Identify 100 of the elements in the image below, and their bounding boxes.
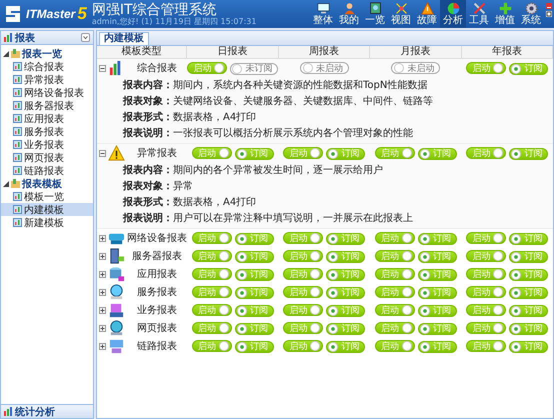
start-toggle[interactable]: 未启动	[391, 62, 440, 74]
expander-icon[interactable]	[99, 270, 106, 278]
collapse-button[interactable]	[81, 33, 90, 42]
nav-button[interactable]: 增值	[492, 0, 518, 28]
start-toggle[interactable]: 启动	[466, 268, 506, 280]
subscribe-toggle[interactable]: 订阅	[326, 148, 366, 160]
subscribe-toggle[interactable]: 订阅	[418, 304, 457, 316]
nav-button[interactable]: 分析	[440, 0, 466, 28]
expander-icon[interactable]	[99, 150, 106, 156]
tree-item[interactable]: 链路报表	[1, 164, 93, 177]
subscribe-toggle[interactable]: 订阅	[418, 340, 457, 352]
start-toggle[interactable]: 启动	[192, 147, 232, 159]
expander-icon[interactable]	[99, 324, 106, 332]
subscribe-toggle[interactable]: 订阅	[326, 268, 366, 280]
start-toggle[interactable]: 启动	[192, 322, 232, 334]
start-toggle[interactable]: 启动	[283, 147, 324, 159]
subscribe-toggle[interactable]: 订阅	[509, 268, 548, 280]
expander-icon[interactable]	[3, 180, 9, 186]
subscribe-toggle[interactable]: 订阅	[234, 340, 274, 352]
subscribe-toggle[interactable]: 订阅	[234, 232, 274, 244]
tree-item[interactable]: 应用报表	[1, 112, 93, 125]
subscribe-toggle[interactable]: 订阅	[234, 304, 274, 316]
subscribe-toggle[interactable]: 订阅	[234, 322, 274, 334]
start-toggle[interactable]: 启动	[466, 286, 506, 298]
subscribe-toggle[interactable]: 未订阅	[230, 62, 278, 74]
subscribe-toggle[interactable]: 订阅	[509, 250, 548, 262]
start-toggle[interactable]: 启动	[192, 250, 232, 262]
nav-button[interactable]: 系统	[518, 0, 544, 28]
tree-item[interactable]: 服务报表	[1, 125, 93, 138]
tree-item[interactable]: 新建模板	[1, 216, 93, 229]
start-toggle[interactable]: 启动	[283, 250, 324, 262]
expander-icon[interactable]	[3, 50, 9, 56]
start-toggle[interactable]: 启动	[466, 340, 506, 352]
start-toggle[interactable]: 启动	[374, 340, 415, 352]
expander-icon[interactable]	[99, 288, 106, 296]
expander-icon[interactable]	[99, 306, 106, 314]
start-toggle[interactable]: 启动	[192, 340, 232, 352]
tree-item[interactable]: 网页报表	[1, 151, 93, 164]
minimize-icon[interactable]	[546, 3, 552, 9]
tree-item[interactable]: 内建模板	[1, 203, 93, 216]
panel-footer[interactable]: 统计分析	[1, 404, 93, 418]
start-toggle[interactable]: 启动	[283, 232, 324, 244]
subscribe-toggle[interactable]: 订阅	[418, 322, 457, 334]
subscribe-toggle[interactable]: 订阅	[418, 250, 457, 262]
tab[interactable]: 内建模板	[99, 32, 149, 45]
start-toggle[interactable]: 启动	[466, 304, 506, 316]
start-toggle[interactable]: 启动	[192, 232, 232, 244]
start-toggle[interactable]: 启动	[187, 62, 228, 74]
start-toggle[interactable]: 启动	[374, 147, 415, 159]
subscribe-toggle[interactable]: 订阅	[326, 286, 366, 298]
expander-icon[interactable]	[99, 342, 106, 350]
nav-button[interactable]: 工具	[466, 0, 492, 28]
expander-icon[interactable]	[99, 64, 106, 72]
subscribe-toggle[interactable]: 订阅	[509, 304, 548, 316]
subscribe-toggle[interactable]: 订阅	[234, 268, 274, 280]
nav-button[interactable]: 故障	[414, 0, 440, 28]
maximize-icon[interactable]	[546, 11, 552, 17]
subscribe-toggle[interactable]: 订阅	[509, 340, 548, 352]
tree-item[interactable]: 综合报表	[1, 60, 93, 73]
start-toggle[interactable]: 启动	[192, 304, 232, 316]
subscribe-toggle[interactable]: 订阅	[326, 304, 366, 316]
subscribe-toggle[interactable]: 订阅	[326, 340, 366, 352]
start-toggle[interactable]: 未启动	[300, 62, 349, 74]
start-toggle[interactable]: 启动	[283, 304, 324, 316]
subscribe-toggle[interactable]: 订阅	[418, 148, 457, 160]
expander-icon[interactable]	[99, 252, 106, 260]
start-toggle[interactable]: 启动	[283, 286, 324, 298]
subscribe-toggle[interactable]: 订阅	[234, 250, 274, 262]
start-toggle[interactable]: 启动	[374, 304, 415, 316]
expander-icon[interactable]	[99, 234, 106, 242]
tree-item[interactable]: 服务器报表	[1, 99, 93, 112]
start-toggle[interactable]: 启动	[466, 232, 506, 244]
start-toggle[interactable]: 启动	[374, 268, 415, 280]
subscribe-toggle[interactable]: 订阅	[418, 268, 457, 280]
nav-button[interactable]: 视图	[388, 0, 414, 28]
start-toggle[interactable]: 启动	[192, 286, 232, 298]
start-toggle[interactable]: 启动	[466, 147, 506, 159]
tree-item[interactable]: 报表一览	[1, 47, 93, 60]
start-toggle[interactable]: 启动	[283, 340, 324, 352]
tree-item[interactable]: 报表模板	[1, 177, 93, 190]
start-toggle[interactable]: 启动	[466, 322, 506, 334]
tree-item[interactable]: 业务报表	[1, 138, 93, 151]
subscribe-toggle[interactable]: 订阅	[418, 232, 457, 244]
subscribe-toggle[interactable]: 订阅	[326, 322, 366, 334]
subscribe-toggle[interactable]: 订阅	[509, 322, 548, 334]
nav-button[interactable]: 我的	[336, 0, 362, 28]
start-toggle[interactable]: 启动	[283, 268, 324, 280]
tree-item[interactable]: 异常报表	[1, 73, 93, 86]
subscribe-toggle[interactable]: 订阅	[234, 148, 274, 160]
subscribe-toggle[interactable]: 订阅	[326, 250, 366, 262]
subscribe-toggle[interactable]: 订阅	[509, 232, 548, 244]
start-toggle[interactable]: 启动	[374, 286, 415, 298]
subscribe-toggle[interactable]: 订阅	[418, 286, 457, 298]
subscribe-toggle[interactable]: 订阅	[509, 148, 548, 160]
subscribe-toggle[interactable]: 订阅	[234, 286, 274, 298]
start-toggle[interactable]: 启动	[466, 62, 506, 74]
start-toggle[interactable]: 启动	[283, 322, 324, 334]
start-toggle[interactable]: 启动	[374, 322, 415, 334]
tree-item[interactable]: 网络设备报表	[1, 86, 93, 99]
nav-button[interactable]: 整体	[310, 0, 336, 28]
